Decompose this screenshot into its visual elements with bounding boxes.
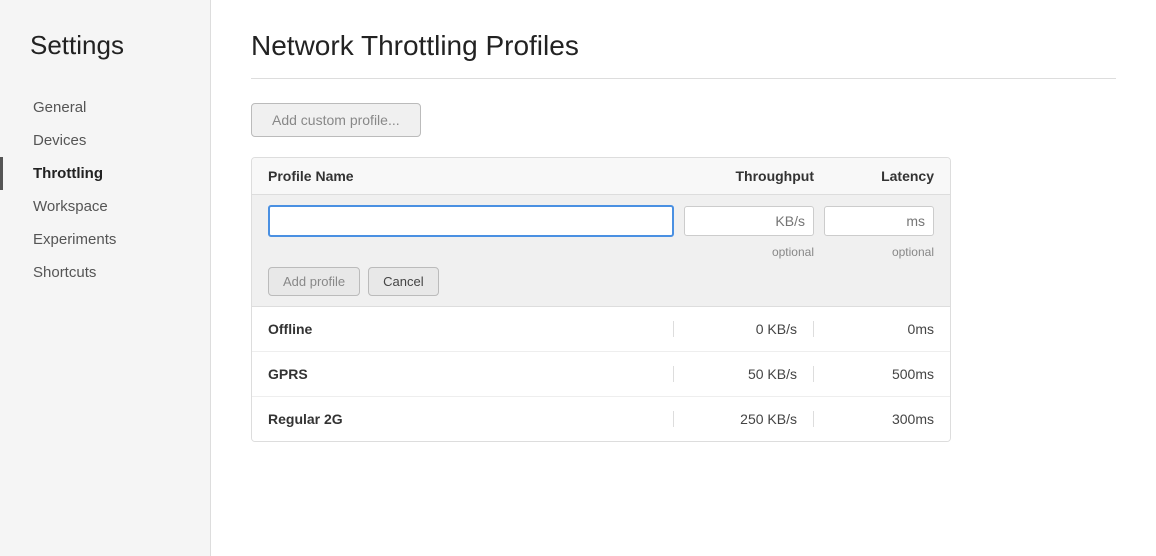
col-header-latency: Latency bbox=[814, 168, 934, 184]
sidebar-item-workspace[interactable]: Workspace bbox=[0, 190, 210, 223]
row-latency: 500ms bbox=[814, 366, 934, 382]
sidebar-item-devices[interactable]: Devices bbox=[0, 124, 210, 157]
sidebar-item-label: General bbox=[33, 99, 86, 116]
sidebar-item-experiments[interactable]: Experiments bbox=[0, 223, 210, 256]
sidebar-item-label: Devices bbox=[33, 132, 86, 149]
add-profile-input-row: optional optional Add profile Cancel bbox=[252, 195, 950, 307]
throughput-input[interactable] bbox=[684, 206, 814, 236]
row-name: Regular 2G bbox=[268, 411, 674, 427]
table-row: Regular 2G 250 KB/s 300ms bbox=[252, 397, 950, 441]
sidebar-item-shortcuts[interactable]: Shortcuts bbox=[0, 256, 210, 289]
cancel-button[interactable]: Cancel bbox=[368, 267, 438, 296]
latency-input[interactable] bbox=[824, 206, 934, 236]
row-throughput: 0 KB/s bbox=[674, 321, 814, 337]
page-title: Network Throttling Profiles bbox=[251, 30, 1116, 62]
table-row: GPRS 50 KB/s 500ms bbox=[252, 352, 950, 397]
table-header: Profile Name Throughput Latency bbox=[252, 158, 950, 195]
row-name: Offline bbox=[268, 321, 674, 337]
row-throughput: 50 KB/s bbox=[674, 366, 814, 382]
row-latency: 300ms bbox=[814, 411, 934, 427]
sidebar-item-label: Workspace bbox=[33, 198, 108, 215]
sidebar-item-throttling[interactable]: Throttling bbox=[0, 157, 210, 190]
col-header-name: Profile Name bbox=[268, 168, 674, 184]
sidebar-item-label: Experiments bbox=[33, 231, 116, 248]
add-profile-inputs bbox=[268, 205, 934, 237]
divider bbox=[251, 78, 1116, 79]
throughput-optional-label: optional bbox=[684, 245, 814, 259]
latency-optional-label: optional bbox=[824, 245, 934, 259]
sidebar: Settings General Devices Throttling Work… bbox=[0, 0, 210, 556]
sidebar-item-general[interactable]: General bbox=[0, 91, 210, 124]
table-row: Offline 0 KB/s 0ms bbox=[252, 307, 950, 352]
sidebar-item-label: Throttling bbox=[33, 165, 103, 182]
col-header-throughput: Throughput bbox=[674, 168, 814, 184]
row-name: GPRS bbox=[268, 366, 674, 382]
add-profile-button[interactable]: Add profile bbox=[268, 267, 360, 296]
add-custom-profile-button[interactable]: Add custom profile... bbox=[251, 103, 421, 137]
row-throughput: 250 KB/s bbox=[674, 411, 814, 427]
sidebar-item-label: Shortcuts bbox=[33, 264, 96, 281]
profiles-table: Profile Name Throughput Latency optional… bbox=[251, 157, 951, 442]
optional-labels: optional optional bbox=[268, 245, 934, 259]
sidebar-title: Settings bbox=[0, 30, 210, 91]
row-latency: 0ms bbox=[814, 321, 934, 337]
profile-name-input[interactable] bbox=[268, 205, 674, 237]
action-buttons: Add profile Cancel bbox=[268, 267, 934, 296]
main-content: Network Throttling Profiles Add custom p… bbox=[210, 0, 1156, 556]
